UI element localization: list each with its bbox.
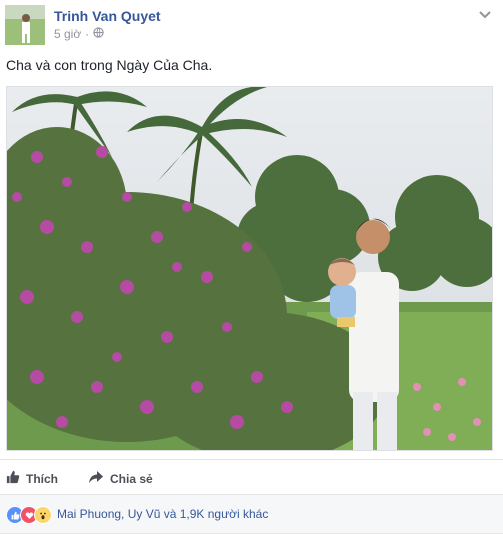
share-label: Chia sẻ bbox=[110, 471, 153, 486]
post-timestamp[interactable]: 5 giờ bbox=[54, 27, 81, 41]
reaction-icons[interactable] bbox=[6, 506, 52, 524]
post-meta: 5 giờ · bbox=[54, 27, 104, 41]
globe-icon bbox=[93, 27, 104, 41]
like-label: Thích bbox=[26, 471, 58, 486]
wow-icon bbox=[34, 506, 52, 524]
like-button[interactable]: Thích bbox=[6, 470, 58, 487]
share-button[interactable]: Chia sẻ bbox=[88, 470, 153, 487]
post-options-chevron-icon[interactable] bbox=[477, 8, 493, 20]
meta-separator: · bbox=[85, 27, 90, 41]
reactions-bar: Mai Phuong, Uy Vũ và 1,9K người khác bbox=[0, 494, 503, 534]
author-avatar[interactable] bbox=[5, 5, 45, 45]
post-card: Trinh Van Quyet 5 giờ · Cha và con trong… bbox=[0, 0, 503, 535]
reactions-summary[interactable]: Mai Phuong, Uy Vũ và 1,9K người khác bbox=[57, 507, 268, 521]
author-name[interactable]: Trinh Van Quyet bbox=[54, 8, 161, 24]
share-arrow-icon bbox=[88, 470, 104, 487]
post-caption: Cha và con trong Ngày Của Cha. bbox=[6, 57, 213, 73]
thumbs-up-icon bbox=[6, 470, 20, 487]
post-photo[interactable] bbox=[6, 86, 493, 451]
post-action-bar: Thích Chia sẻ bbox=[0, 459, 503, 496]
